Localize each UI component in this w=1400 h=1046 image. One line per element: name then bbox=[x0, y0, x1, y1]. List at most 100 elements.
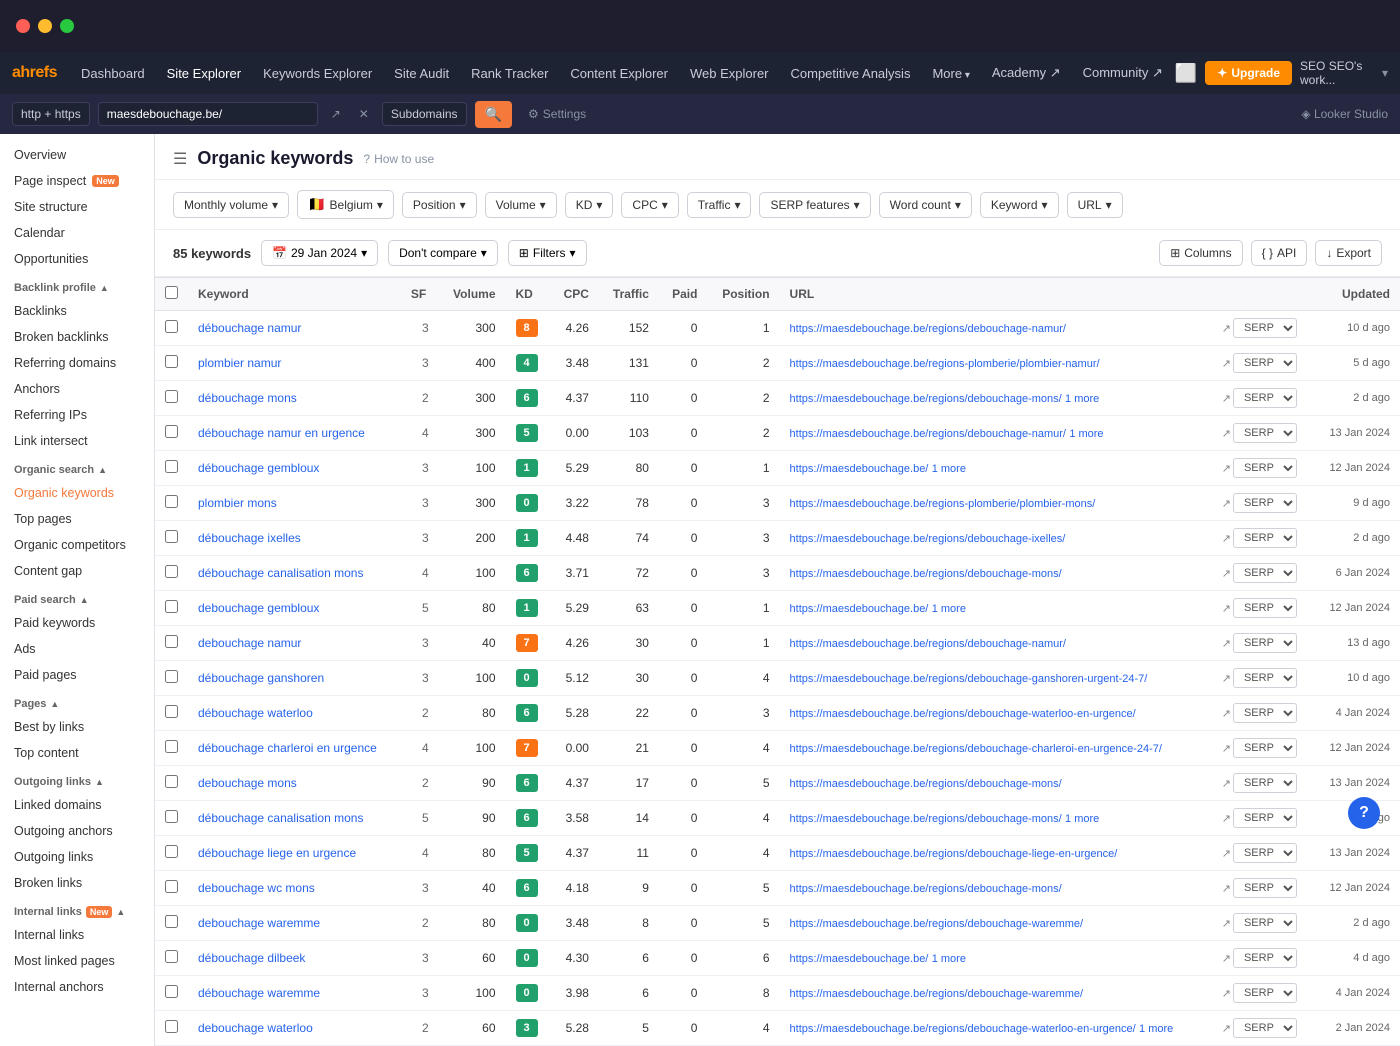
sidebar-item-top-content[interactable]: Top content bbox=[0, 740, 154, 766]
keyword-link-19[interactable]: débouchage waremme bbox=[198, 986, 320, 1000]
row-checkbox-17[interactable] bbox=[165, 915, 178, 928]
serp-select-6[interactable]: SERP bbox=[1233, 528, 1297, 548]
keyword-link-11[interactable]: débouchage waterloo bbox=[198, 706, 313, 720]
chart-icon-18[interactable]: ↗ bbox=[1222, 952, 1231, 965]
chart-icon-19[interactable]: ↗ bbox=[1222, 987, 1231, 1000]
sidebar-section-backlink[interactable]: Backlink profile ▲ bbox=[0, 272, 154, 298]
monthly-volume-filter[interactable]: Monthly volume ▾ bbox=[173, 192, 289, 218]
url-filter[interactable]: URL ▾ bbox=[1067, 192, 1123, 218]
url-link-16[interactable]: https://maesdebouchage.be/regions/debouc… bbox=[790, 883, 1062, 895]
keyword-link-17[interactable]: debouchage waremme bbox=[198, 916, 320, 930]
volume-filter[interactable]: Volume ▾ bbox=[485, 192, 557, 218]
nav-content-explorer[interactable]: Content Explorer bbox=[560, 60, 678, 87]
keyword-link-8[interactable]: debouchage gembloux bbox=[198, 601, 319, 615]
sidebar-item-ads[interactable]: Ads bbox=[0, 636, 154, 662]
serp-select-18[interactable]: SERP bbox=[1233, 948, 1297, 968]
nav-more[interactable]: More bbox=[922, 60, 979, 87]
url-link-17[interactable]: https://maesdebouchage.be/regions/debouc… bbox=[790, 918, 1084, 930]
serp-select-8[interactable]: SERP bbox=[1233, 598, 1297, 618]
keyword-link-15[interactable]: débouchage liege en urgence bbox=[198, 846, 356, 860]
row-checkbox-16[interactable] bbox=[165, 880, 178, 893]
row-checkbox-11[interactable] bbox=[165, 705, 178, 718]
sidebar-item-top-pages[interactable]: Top pages bbox=[0, 506, 154, 532]
more-link-3[interactable]: 1 more bbox=[1069, 428, 1103, 440]
hamburger-icon[interactable]: ☰ bbox=[173, 149, 187, 169]
chart-icon-2[interactable]: ↗ bbox=[1222, 392, 1231, 405]
url-link-14[interactable]: https://maesdebouchage.be/regions/debouc… bbox=[790, 813, 1062, 825]
row-checkbox-2[interactable] bbox=[165, 390, 178, 403]
nav-site-audit[interactable]: Site Audit bbox=[384, 60, 459, 87]
sidebar-section-internal[interactable]: Internal links New ▲ bbox=[0, 896, 154, 922]
sidebar-section-paid[interactable]: Paid search ▲ bbox=[0, 584, 154, 610]
row-checkbox-0[interactable] bbox=[165, 320, 178, 333]
more-link-8[interactable]: 1 more bbox=[932, 603, 966, 615]
export-button[interactable]: ↓ Export bbox=[1315, 240, 1382, 266]
sidebar-item-paid-keywords[interactable]: Paid keywords bbox=[0, 610, 154, 636]
serp-select-14[interactable]: SERP bbox=[1233, 808, 1297, 828]
chart-icon-0[interactable]: ↗ bbox=[1222, 322, 1231, 335]
traffic-light-yellow[interactable] bbox=[38, 19, 52, 33]
sidebar-item-outgoing-links[interactable]: Outgoing links bbox=[0, 844, 154, 870]
sidebar-item-linked-domains[interactable]: Linked domains bbox=[0, 792, 154, 818]
serp-select-9[interactable]: SERP bbox=[1233, 633, 1297, 653]
country-filter[interactable]: 🇧🇪 Belgium ▾ bbox=[297, 190, 394, 219]
row-checkbox-8[interactable] bbox=[165, 600, 178, 613]
serp-select-1[interactable]: SERP bbox=[1233, 353, 1297, 373]
sidebar-item-outgoing-anchors[interactable]: Outgoing anchors bbox=[0, 818, 154, 844]
serp-select-0[interactable]: SERP bbox=[1233, 318, 1297, 338]
keyword-link-0[interactable]: débouchage namur bbox=[198, 321, 301, 335]
keyword-link-13[interactable]: debouchage mons bbox=[198, 776, 297, 790]
row-checkbox-6[interactable] bbox=[165, 530, 178, 543]
position-filter[interactable]: Position ▾ bbox=[402, 192, 477, 218]
row-checkbox-13[interactable] bbox=[165, 775, 178, 788]
nav-web-explorer[interactable]: Web Explorer bbox=[680, 60, 779, 87]
keyword-link-5[interactable]: plombier mons bbox=[198, 496, 277, 510]
url-link-2[interactable]: https://maesdebouchage.be/regions/debouc… bbox=[790, 393, 1062, 405]
traffic-light-red[interactable] bbox=[16, 19, 30, 33]
looker-studio-button[interactable]: ◈ Looker Studio bbox=[1301, 107, 1388, 121]
url-input[interactable] bbox=[98, 102, 318, 126]
sidebar-item-opportunities[interactable]: Opportunities bbox=[0, 246, 154, 272]
more-link-2[interactable]: 1 more bbox=[1065, 393, 1099, 405]
sidebar-item-content-gap[interactable]: Content gap bbox=[0, 558, 154, 584]
sidebar-item-best-by-links[interactable]: Best by links bbox=[0, 714, 154, 740]
chart-icon-11[interactable]: ↗ bbox=[1222, 707, 1231, 720]
upgrade-button[interactable]: ✦ Upgrade bbox=[1205, 61, 1292, 85]
date-button[interactable]: 📅 29 Jan 2024 ▾ bbox=[261, 240, 378, 266]
compare-button[interactable]: Don't compare ▾ bbox=[388, 240, 498, 266]
row-checkbox-3[interactable] bbox=[165, 425, 178, 438]
url-link-3[interactable]: https://maesdebouchage.be/regions/debouc… bbox=[790, 428, 1066, 440]
columns-button[interactable]: ⊞ Columns bbox=[1159, 240, 1242, 266]
url-link-0[interactable]: https://maesdebouchage.be/regions/debouc… bbox=[790, 323, 1066, 335]
url-link-6[interactable]: https://maesdebouchage.be/regions/debouc… bbox=[790, 533, 1066, 545]
row-checkbox-1[interactable] bbox=[165, 355, 178, 368]
cpc-filter[interactable]: CPC ▾ bbox=[621, 192, 678, 218]
row-checkbox-15[interactable] bbox=[165, 845, 178, 858]
more-link-18[interactable]: 1 more bbox=[932, 953, 966, 965]
sidebar-item-link-intersect[interactable]: Link intersect bbox=[0, 428, 154, 454]
sidebar-section-pages[interactable]: Pages ▲ bbox=[0, 688, 154, 714]
url-link-19[interactable]: https://maesdebouchage.be/regions/debouc… bbox=[790, 988, 1084, 1000]
chart-icon-17[interactable]: ↗ bbox=[1222, 917, 1231, 930]
row-checkbox-10[interactable] bbox=[165, 670, 178, 683]
sidebar-item-site-structure[interactable]: Site structure bbox=[0, 194, 154, 220]
url-link-10[interactable]: https://maesdebouchage.be/regions/debouc… bbox=[790, 673, 1148, 685]
row-checkbox-14[interactable] bbox=[165, 810, 178, 823]
chart-icon-8[interactable]: ↗ bbox=[1222, 602, 1231, 615]
sidebar-item-referring-ips[interactable]: Referring IPs bbox=[0, 402, 154, 428]
sidebar-item-calendar[interactable]: Calendar bbox=[0, 220, 154, 246]
kd-filter[interactable]: KD ▾ bbox=[565, 192, 614, 218]
chart-icon-4[interactable]: ↗ bbox=[1222, 462, 1231, 475]
clear-url-icon[interactable]: ✕ bbox=[354, 104, 374, 124]
serp-select-3[interactable]: SERP bbox=[1233, 423, 1297, 443]
traffic-light-green[interactable] bbox=[60, 19, 74, 33]
select-all-checkbox[interactable] bbox=[165, 286, 178, 299]
row-checkbox-9[interactable] bbox=[165, 635, 178, 648]
url-link-9[interactable]: https://maesdebouchage.be/regions/debouc… bbox=[790, 638, 1066, 650]
sidebar-item-referring-domains[interactable]: Referring domains bbox=[0, 350, 154, 376]
serp-select-10[interactable]: SERP bbox=[1233, 668, 1297, 688]
chart-icon-5[interactable]: ↗ bbox=[1222, 497, 1231, 510]
keyword-link-18[interactable]: débouchage dilbeek bbox=[198, 951, 305, 965]
nav-rank-tracker[interactable]: Rank Tracker bbox=[461, 60, 558, 87]
url-link-12[interactable]: https://maesdebouchage.be/regions/debouc… bbox=[790, 743, 1162, 755]
